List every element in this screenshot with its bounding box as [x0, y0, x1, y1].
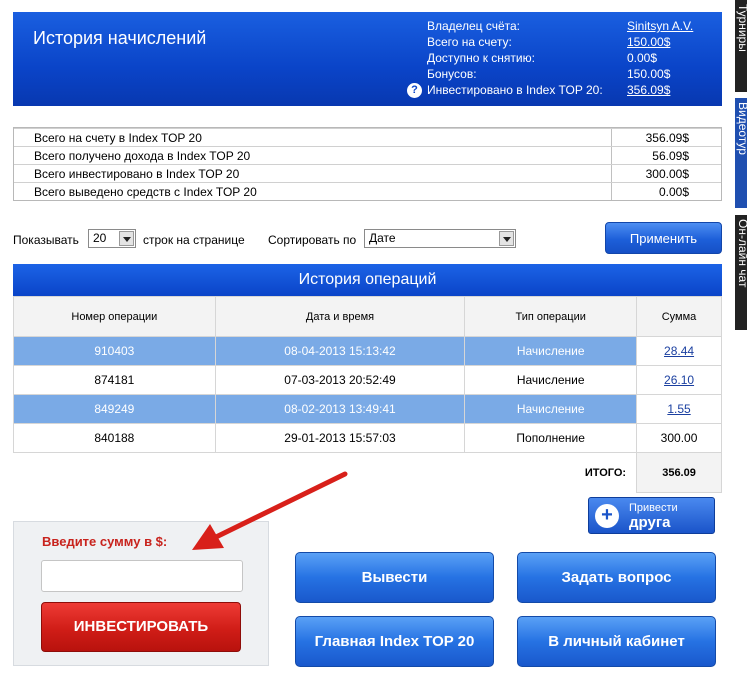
table-row: 849249 08-02-2013 13:49:41 Начисление 1.…: [13, 394, 722, 424]
account-available-label: Доступно к снятию:: [427, 51, 535, 65]
operation-datetime: 08-04-2013 15:13:42: [214, 336, 466, 366]
summary-value: 300.00$: [645, 167, 689, 181]
operations-title: История операций: [13, 264, 722, 296]
plus-icon: +: [595, 504, 619, 528]
table-header-row: Номер операции Дата и время Тип операции…: [13, 296, 722, 337]
summary-row: Всего на счету в Index TOP 20 356.09$: [14, 128, 721, 146]
operation-id: 874181: [13, 365, 216, 395]
summary-label: Всего выведено средств с Index TOP 20: [34, 185, 257, 199]
total-row: ИТОГО: 356.09: [14, 452, 722, 493]
account-bonus-label: Бонусов:: [427, 67, 477, 81]
table-row: 910403 08-04-2013 15:13:42 Начисление 28…: [13, 336, 722, 366]
operation-amount-link[interactable]: 28.44: [636, 336, 722, 366]
summary-table: Всего на счету в Index TOP 20 356.09$ Вс…: [13, 127, 722, 201]
column-header-amount: Сумма: [636, 296, 722, 337]
summary-row: Всего инвестировано в Index TOP 20 300.0…: [14, 164, 721, 182]
column-header-id: Номер операции: [13, 296, 216, 337]
operation-type: Начисление: [464, 365, 638, 395]
withdraw-button[interactable]: Вывести: [295, 552, 494, 603]
account-invested-label: Инвестировано в Index TOP 20:: [427, 83, 603, 97]
invite-friend-button[interactable]: + Привести друга: [588, 497, 715, 534]
side-tab-chat[interactable]: Он-лайн чат: [735, 215, 747, 330]
operation-type: Начисление: [464, 394, 638, 424]
summary-value: 356.09$: [645, 131, 689, 145]
summary-row: Всего получено дохода в Index TOP 20 56.…: [14, 146, 721, 164]
summary-value: 0.00$: [658, 185, 689, 199]
side-tab-videotour-label: Видеотур: [736, 102, 747, 155]
apply-button[interactable]: Применить: [605, 222, 722, 254]
page-title: История начислений: [33, 28, 207, 48]
personal-cabinet-button[interactable]: В личный кабинет: [517, 616, 716, 667]
table-row: 874181 07-03-2013 20:52:49 Начисление 26…: [13, 365, 722, 395]
side-tab-tournaments-label: Турниры: [736, 4, 747, 52]
total-label: ИТОГО:: [584, 466, 627, 479]
chevron-down-icon[interactable]: [499, 231, 514, 246]
operation-amount-link[interactable]: 1.55: [636, 394, 722, 424]
column-header-type: Тип операции: [464, 296, 638, 337]
account-owner-link[interactable]: Sinitsyn A.V.: [627, 18, 693, 34]
account-total-label: Всего на счету:: [427, 35, 512, 49]
invest-prompt: Введите сумму в $:: [42, 534, 168, 549]
sort-select[interactable]: Дате: [364, 229, 516, 248]
main-index-button[interactable]: Главная Index TOP 20: [295, 616, 494, 667]
operation-datetime: 07-03-2013 20:52:49: [214, 365, 466, 395]
table-controls: Показывать 20 строк на странице Сортиров…: [13, 222, 722, 256]
side-tab-videotour[interactable]: Видеотур: [735, 98, 747, 208]
chevron-down-icon[interactable]: [119, 231, 134, 246]
operations-grid: Номер операции Дата и время Тип операции…: [13, 296, 722, 493]
operations-table: История операций Номер операции Дата и в…: [13, 264, 722, 493]
operation-amount-link[interactable]: 26.10: [636, 365, 722, 395]
help-icon[interactable]: ?: [407, 83, 422, 98]
operation-type: Начисление: [464, 336, 638, 366]
operation-id: 840188: [13, 423, 216, 453]
account-bonus-value: 150.00$: [627, 67, 671, 81]
invest-amount-input[interactable]: [41, 560, 243, 592]
summary-label: Всего получено дохода в Index TOP 20: [34, 149, 251, 163]
column-header-datetime: Дата и время: [214, 296, 466, 337]
rows-label: Показывать: [13, 233, 79, 247]
operation-datetime: 29-01-2013 15:57:03: [214, 423, 466, 453]
ask-question-button[interactable]: Задать вопрос: [517, 552, 716, 603]
red-arrow-icon: [192, 471, 348, 550]
invite-line2: друга: [629, 514, 671, 531]
account-owner-label: Владелец счёта:: [427, 19, 520, 33]
account-available-value: 0.00$: [627, 51, 658, 65]
sort-label: Сортировать по: [268, 233, 357, 247]
rows-per-page-value: 20: [93, 231, 107, 245]
invest-button[interactable]: ИНВЕСТИРОВАТЬ: [41, 602, 241, 652]
invite-line1: Привести: [629, 502, 678, 514]
summary-label: Всего инвестировано в Index TOP 20: [34, 167, 240, 181]
operation-id: 849249: [13, 394, 216, 424]
operation-type: Пополнение: [464, 423, 638, 453]
sort-value: Дате: [369, 231, 396, 245]
summary-value: 56.09$: [652, 149, 689, 163]
table-row: 840188 29-01-2013 15:57:03 Пополнение 30…: [13, 423, 722, 453]
operation-id: 910403: [13, 336, 216, 366]
side-tab-chat-label: Он-лайн чат: [736, 219, 747, 288]
operation-amount: 300.00: [636, 423, 722, 453]
header-banner: История начислений Владелец счёта: Sinit…: [13, 12, 722, 106]
rows-suffix-label: строк на странице: [143, 233, 245, 247]
summary-label: Всего на счету в Index TOP 20: [34, 131, 202, 145]
total-value: 356.09: [636, 452, 722, 493]
side-tab-tournaments[interactable]: Турниры: [735, 0, 747, 92]
rows-per-page-select[interactable]: 20: [88, 229, 136, 248]
account-total-link[interactable]: 150.00$: [627, 34, 670, 50]
account-invested-link[interactable]: 356.09$: [627, 82, 670, 98]
operation-datetime: 08-02-2013 13:49:41: [214, 394, 466, 424]
summary-row: Всего выведено средств с Index TOP 20 0.…: [14, 182, 721, 200]
